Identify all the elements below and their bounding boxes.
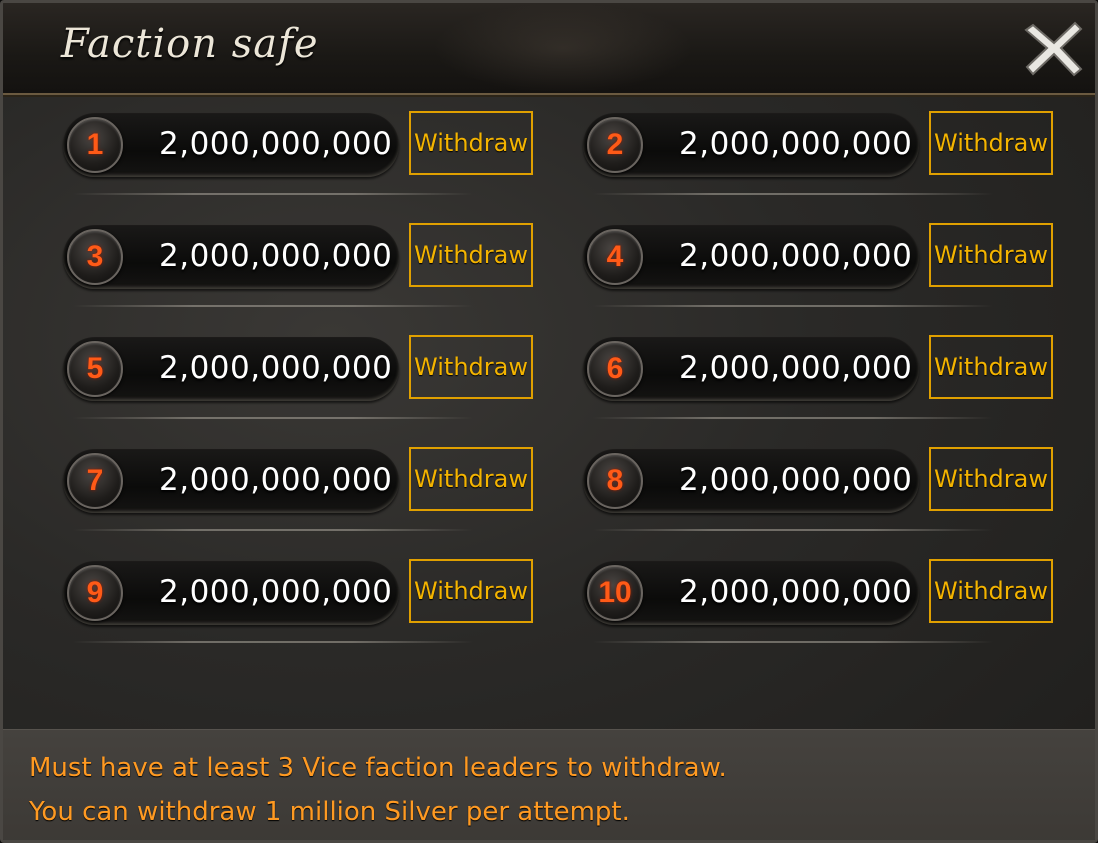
silver-amount: 2,000,000,000	[159, 350, 393, 386]
safe-slot-grid: 1 2,000,000,000 Withdraw 2 2,000,000,000 With…	[3, 95, 1095, 725]
safe-slot: 6 2,000,000,000 Withdraw	[583, 319, 1063, 431]
withdraw-button[interactable]: Withdraw	[929, 335, 1053, 399]
withdraw-button[interactable]: Withdraw	[929, 447, 1053, 511]
silver-amount: 2,000,000,000	[679, 462, 913, 498]
silver-amount: 2,000,000,000	[159, 574, 393, 610]
safe-row: 3 2,000,000,000 Withdraw 4 2,000,000,000 With…	[3, 207, 1095, 319]
withdraw-button[interactable]: Withdraw	[409, 447, 533, 511]
close-x-icon	[1024, 21, 1083, 77]
info-panel: Must have at least 3 Vice faction leader…	[3, 729, 1095, 840]
slot-number-badge: 3	[67, 229, 123, 285]
close-button[interactable]	[1021, 17, 1087, 79]
withdraw-button[interactable]: Withdraw	[409, 335, 533, 399]
row-divider	[593, 305, 993, 307]
silver-amount: 2,000,000,000	[679, 238, 913, 274]
withdraw-button[interactable]: Withdraw	[409, 223, 533, 287]
row-divider	[73, 305, 473, 307]
row-divider	[593, 641, 993, 643]
withdraw-button[interactable]: Withdraw	[929, 223, 1053, 287]
silver-amount: 2,000,000,000	[679, 126, 913, 162]
requirement-text: Must have at least 3 Vice faction leader…	[29, 753, 727, 783]
row-divider	[593, 193, 993, 195]
silver-amount: 2,000,000,000	[159, 126, 393, 162]
window-title: Faction safe	[61, 21, 319, 67]
safe-row: 1 2,000,000,000 Withdraw 2 2,000,000,000 With…	[3, 95, 1095, 207]
safe-slot: 2 2,000,000,000 Withdraw	[583, 95, 1063, 207]
withdraw-button[interactable]: Withdraw	[929, 111, 1053, 175]
safe-slot: 10 2,000,000,000 Withdraw	[583, 543, 1063, 655]
silver-amount: 2,000,000,000	[679, 574, 913, 610]
safe-slot: 1 2,000,000,000 Withdraw	[63, 95, 543, 207]
row-divider	[73, 417, 473, 419]
slot-number-badge: 4	[587, 229, 643, 285]
limit-text: You can withdraw 1 million Silver per at…	[29, 797, 630, 827]
silver-amount: 2,000,000,000	[679, 350, 913, 386]
slot-number-badge: 5	[67, 341, 123, 397]
slot-number-badge: 9	[67, 565, 123, 621]
safe-row: 5 2,000,000,000 Withdraw 6 2,000,000,000 With…	[3, 319, 1095, 431]
safe-slot: 5 2,000,000,000 Withdraw	[63, 319, 543, 431]
safe-slot: 3 2,000,000,000 Withdraw	[63, 207, 543, 319]
safe-row: 9 2,000,000,000 Withdraw 10 2,000,000,000 Wit…	[3, 543, 1095, 655]
slot-number-badge: 7	[67, 453, 123, 509]
safe-slot: 4 2,000,000,000 Withdraw	[583, 207, 1063, 319]
safe-slot: 9 2,000,000,000 Withdraw	[63, 543, 543, 655]
slot-number-badge: 1	[67, 117, 123, 173]
title-bar: Faction safe	[3, 3, 1095, 95]
slot-number-badge: 8	[587, 453, 643, 509]
withdraw-button[interactable]: Withdraw	[409, 111, 533, 175]
dragon-ornament	[433, 3, 693, 93]
row-divider	[593, 417, 993, 419]
slot-number-badge: 2	[587, 117, 643, 173]
silver-amount: 2,000,000,000	[159, 238, 393, 274]
row-divider	[593, 529, 993, 531]
faction-safe-window: Faction safe 1 2,000,000,000 Withdraw 2 2,00…	[0, 0, 1098, 843]
row-divider	[73, 529, 473, 531]
withdraw-button[interactable]: Withdraw	[409, 559, 533, 623]
slot-number-badge: 10	[587, 565, 643, 621]
safe-slot: 7 2,000,000,000 Withdraw	[63, 431, 543, 543]
row-divider	[73, 193, 473, 195]
row-divider	[73, 641, 473, 643]
safe-slot: 8 2,000,000,000 Withdraw	[583, 431, 1063, 543]
slot-number-badge: 6	[587, 341, 643, 397]
silver-amount: 2,000,000,000	[159, 462, 393, 498]
safe-row: 7 2,000,000,000 Withdraw 8 2,000,000,000 With…	[3, 431, 1095, 543]
withdraw-button[interactable]: Withdraw	[929, 559, 1053, 623]
